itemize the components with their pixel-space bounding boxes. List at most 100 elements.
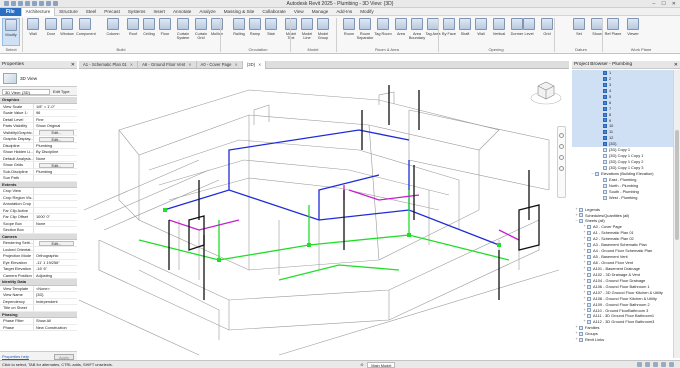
property-value[interactable] — [34, 195, 77, 201]
property-value[interactable]: By Discipline — [34, 149, 77, 155]
ribbon-button-set-31[interactable]: Set — [570, 18, 588, 46]
property-value[interactable]: Edit... — [34, 130, 77, 135]
property-value[interactable]: Plumbing — [34, 169, 77, 175]
property-value[interactable] — [34, 305, 77, 311]
view-tab-a6-ground-floor-vent[interactable]: A6 - Ground Floor Vent ✕ — [138, 61, 197, 69]
close-icon[interactable]: ✕ — [130, 61, 133, 69]
scrollbar-thumb[interactable] — [675, 130, 679, 240]
tab-view[interactable]: View — [290, 8, 308, 16]
property-value[interactable]: Show All — [34, 318, 77, 324]
ribbon-button-window-3[interactable]: Window — [58, 18, 76, 46]
close-button[interactable]: ✕ — [672, 1, 676, 7]
property-value[interactable]: Independent — [34, 299, 77, 305]
property-value[interactable] — [34, 227, 77, 233]
select-underlay-icon[interactable] — [645, 362, 650, 367]
property-value[interactable]: Edit... — [34, 162, 77, 168]
close-icon[interactable]: ✕ — [674, 61, 678, 69]
minimize-button[interactable]: – — [653, 1, 656, 7]
property-value[interactable]: {3D} — [34, 292, 77, 298]
edit-button[interactable]: Edit... — [39, 240, 74, 246]
3d-viewport[interactable] — [79, 70, 569, 360]
view-tab-a0-cover-page[interactable]: A0 - Cover Page ✕ — [197, 61, 243, 69]
project-browser-scrollbar[interactable] — [673, 70, 680, 358]
select-pinned-icon[interactable] — [653, 362, 658, 367]
maximize-button[interactable]: ☐ — [661, 1, 665, 7]
ribbon-button-wall-1[interactable]: Wall — [24, 18, 42, 46]
file-tab[interactable]: File — [0, 7, 21, 16]
tab-steel[interactable]: Steel — [82, 8, 100, 16]
close-icon[interactable]: ✕ — [188, 61, 191, 69]
edit-button[interactable]: Edit... — [39, 136, 74, 142]
filter-icon[interactable] — [669, 362, 674, 367]
property-value[interactable]: Show Original — [34, 123, 77, 129]
tab-insert[interactable]: Insert — [149, 8, 169, 16]
property-value[interactable]: New Construction — [34, 325, 77, 331]
ribbon-button-tag-room-20[interactable]: Tag Room — [374, 18, 392, 46]
property-value[interactable]: Adjusting — [34, 273, 77, 279]
drag-elements-icon[interactable] — [661, 362, 666, 367]
ribbon-button-curtain-system-9[interactable]: Curtain System — [174, 18, 192, 46]
instance-dropdown[interactable]: 3D View: {3D} — [2, 88, 50, 95]
tab-structure[interactable]: Structure — [55, 8, 82, 16]
property-value[interactable] — [34, 201, 77, 207]
property-value[interactable] — [34, 208, 77, 214]
ribbon-button-wall-26[interactable]: Wall — [472, 18, 490, 46]
tab-systems[interactable]: Systems — [124, 8, 150, 16]
orbit-icon[interactable] — [559, 166, 564, 171]
tab-analyze[interactable]: Analyze — [195, 8, 219, 16]
tab-collaborate[interactable]: Collaborate — [258, 8, 290, 16]
apply-button[interactable]: Apply — [54, 353, 74, 360]
ribbon-button-model-group-17[interactable]: Model Group — [314, 18, 332, 46]
edit-button[interactable]: Edit... — [39, 130, 74, 135]
edit-button[interactable]: Edit... — [39, 162, 74, 168]
property-value[interactable] — [34, 188, 77, 194]
ribbon-button-stair-14[interactable]: Stair — [262, 18, 280, 46]
property-value[interactable]: 1000' 0" — [34, 214, 77, 220]
property-value[interactable]: None — [34, 156, 77, 162]
close-icon[interactable]: ✕ — [258, 61, 261, 69]
properties-help-link[interactable]: Properties help — [2, 354, 29, 359]
property-value[interactable]: Plumbing — [34, 143, 77, 149]
ribbon-button-viewer-34[interactable]: Viewer — [624, 18, 642, 46]
tab-precast[interactable]: Precast — [100, 8, 124, 16]
ribbon-button-ref-plane-33[interactable]: Ref Plane — [604, 18, 622, 46]
type-selector[interactable]: 3D View — [0, 70, 77, 87]
select-links-icon[interactable] — [637, 362, 642, 367]
steering-wheel-icon[interactable] — [559, 133, 564, 138]
pan-icon[interactable] — [559, 155, 564, 160]
ribbon-button-modify-0[interactable]: Modify — [2, 18, 20, 46]
edit-type-button[interactable]: Edit Type — [53, 89, 70, 94]
view-tab-3d[interactable]: {3D} ✕ — [242, 61, 267, 69]
property-value[interactable] — [34, 175, 77, 181]
property-value[interactable]: None — [34, 221, 77, 227]
property-value[interactable] — [34, 247, 77, 253]
ribbon-button-floor-8[interactable]: Floor — [156, 18, 174, 46]
property-value[interactable]: 1/8" = 1'-0" — [34, 104, 77, 110]
property-value[interactable]: <None> — [34, 286, 77, 292]
ribbon-button-column-5[interactable]: Column — [104, 18, 122, 46]
property-value[interactable]: Edit... — [34, 240, 77, 246]
tab-annotate[interactable]: Annotate — [169, 8, 195, 16]
property-value[interactable]: -16' 6" — [34, 266, 77, 272]
tab-massing-site[interactable]: Massing & Site — [220, 8, 259, 16]
browser-node[interactable]: + Revit Links — [572, 337, 673, 343]
view-tab-a1-schematic-plan-01[interactable]: A1 - Schematic Plan 01 ✕ — [79, 61, 139, 69]
ribbon-button-level-29[interactable]: Level — [520, 18, 538, 46]
ribbon-button-component-4[interactable]: Component — [76, 18, 96, 46]
zoom-icon[interactable] — [559, 144, 564, 149]
property-value[interactable]: Orthographic — [34, 253, 77, 259]
tab-modify[interactable]: Modify — [356, 8, 378, 16]
design-option-dropdown[interactable]: Main Model — [367, 361, 396, 368]
tab-manage[interactable]: Manage — [308, 8, 333, 16]
property-value[interactable]: 96 — [34, 110, 77, 116]
tab-architecture[interactable]: Architecture — [20, 7, 56, 16]
view-cube[interactable] — [529, 76, 563, 106]
ribbon-button-mullion-11[interactable]: Mullion — [208, 18, 226, 46]
property-value[interactable]: Edit... — [34, 136, 77, 142]
ribbon-button-room-separator-19[interactable]: Room Separator — [356, 18, 374, 46]
property-value[interactable]: -11' 1 19/256" — [34, 260, 77, 266]
close-icon[interactable]: ✕ — [235, 61, 238, 69]
tab-add-ins[interactable]: Add-Ins — [332, 8, 356, 16]
property-value[interactable]: Fine — [34, 117, 77, 123]
ribbon-button-vertical-27[interactable]: Vertical — [490, 18, 508, 46]
